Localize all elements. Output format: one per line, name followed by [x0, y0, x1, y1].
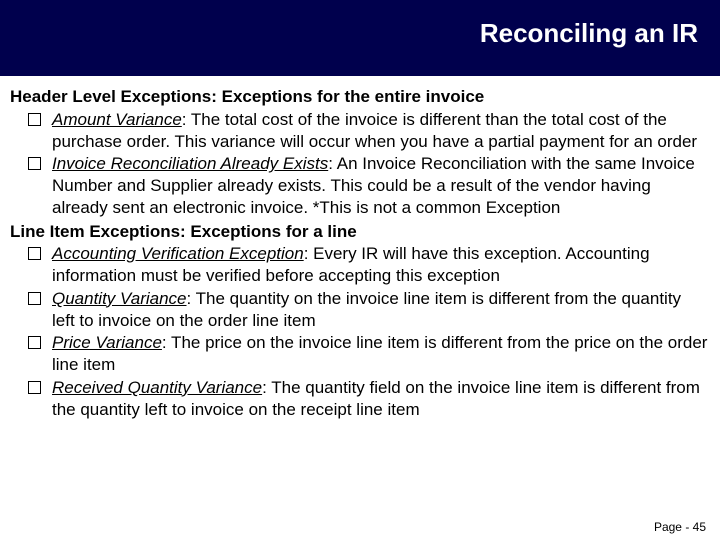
list-item: Amount Variance: The total cost of the i…: [32, 109, 708, 153]
term: Invoice Reconciliation Already Exists: [52, 154, 328, 173]
term: Quantity Variance: [52, 289, 187, 308]
term: Price Variance: [52, 333, 162, 352]
list-item: Quantity Variance: The quantity on the i…: [32, 288, 708, 332]
section2-list: Accounting Verification Exception: Every…: [10, 243, 708, 420]
term: Accounting Verification Exception: [52, 244, 304, 263]
content-area: Header Level Exceptions: Exceptions for …: [0, 76, 720, 420]
list-item: Received Quantity Variance: The quantity…: [32, 377, 708, 421]
list-item: Invoice Reconciliation Already Exists: A…: [32, 153, 708, 218]
section1-list: Amount Variance: The total cost of the i…: [10, 109, 708, 219]
list-item: Accounting Verification Exception: Every…: [32, 243, 708, 287]
list-item: Price Variance: The price on the invoice…: [32, 332, 708, 376]
slide-title: Reconciling an IR: [0, 18, 698, 49]
term: Received Quantity Variance: [52, 378, 262, 397]
page-number: Page - 45: [654, 520, 706, 534]
section2-heading: Line Item Exceptions: Exceptions for a l…: [10, 221, 708, 243]
term: Amount Variance: [52, 110, 182, 129]
section1-heading: Header Level Exceptions: Exceptions for …: [10, 86, 708, 108]
title-banner: Reconciling an IR: [0, 0, 720, 76]
